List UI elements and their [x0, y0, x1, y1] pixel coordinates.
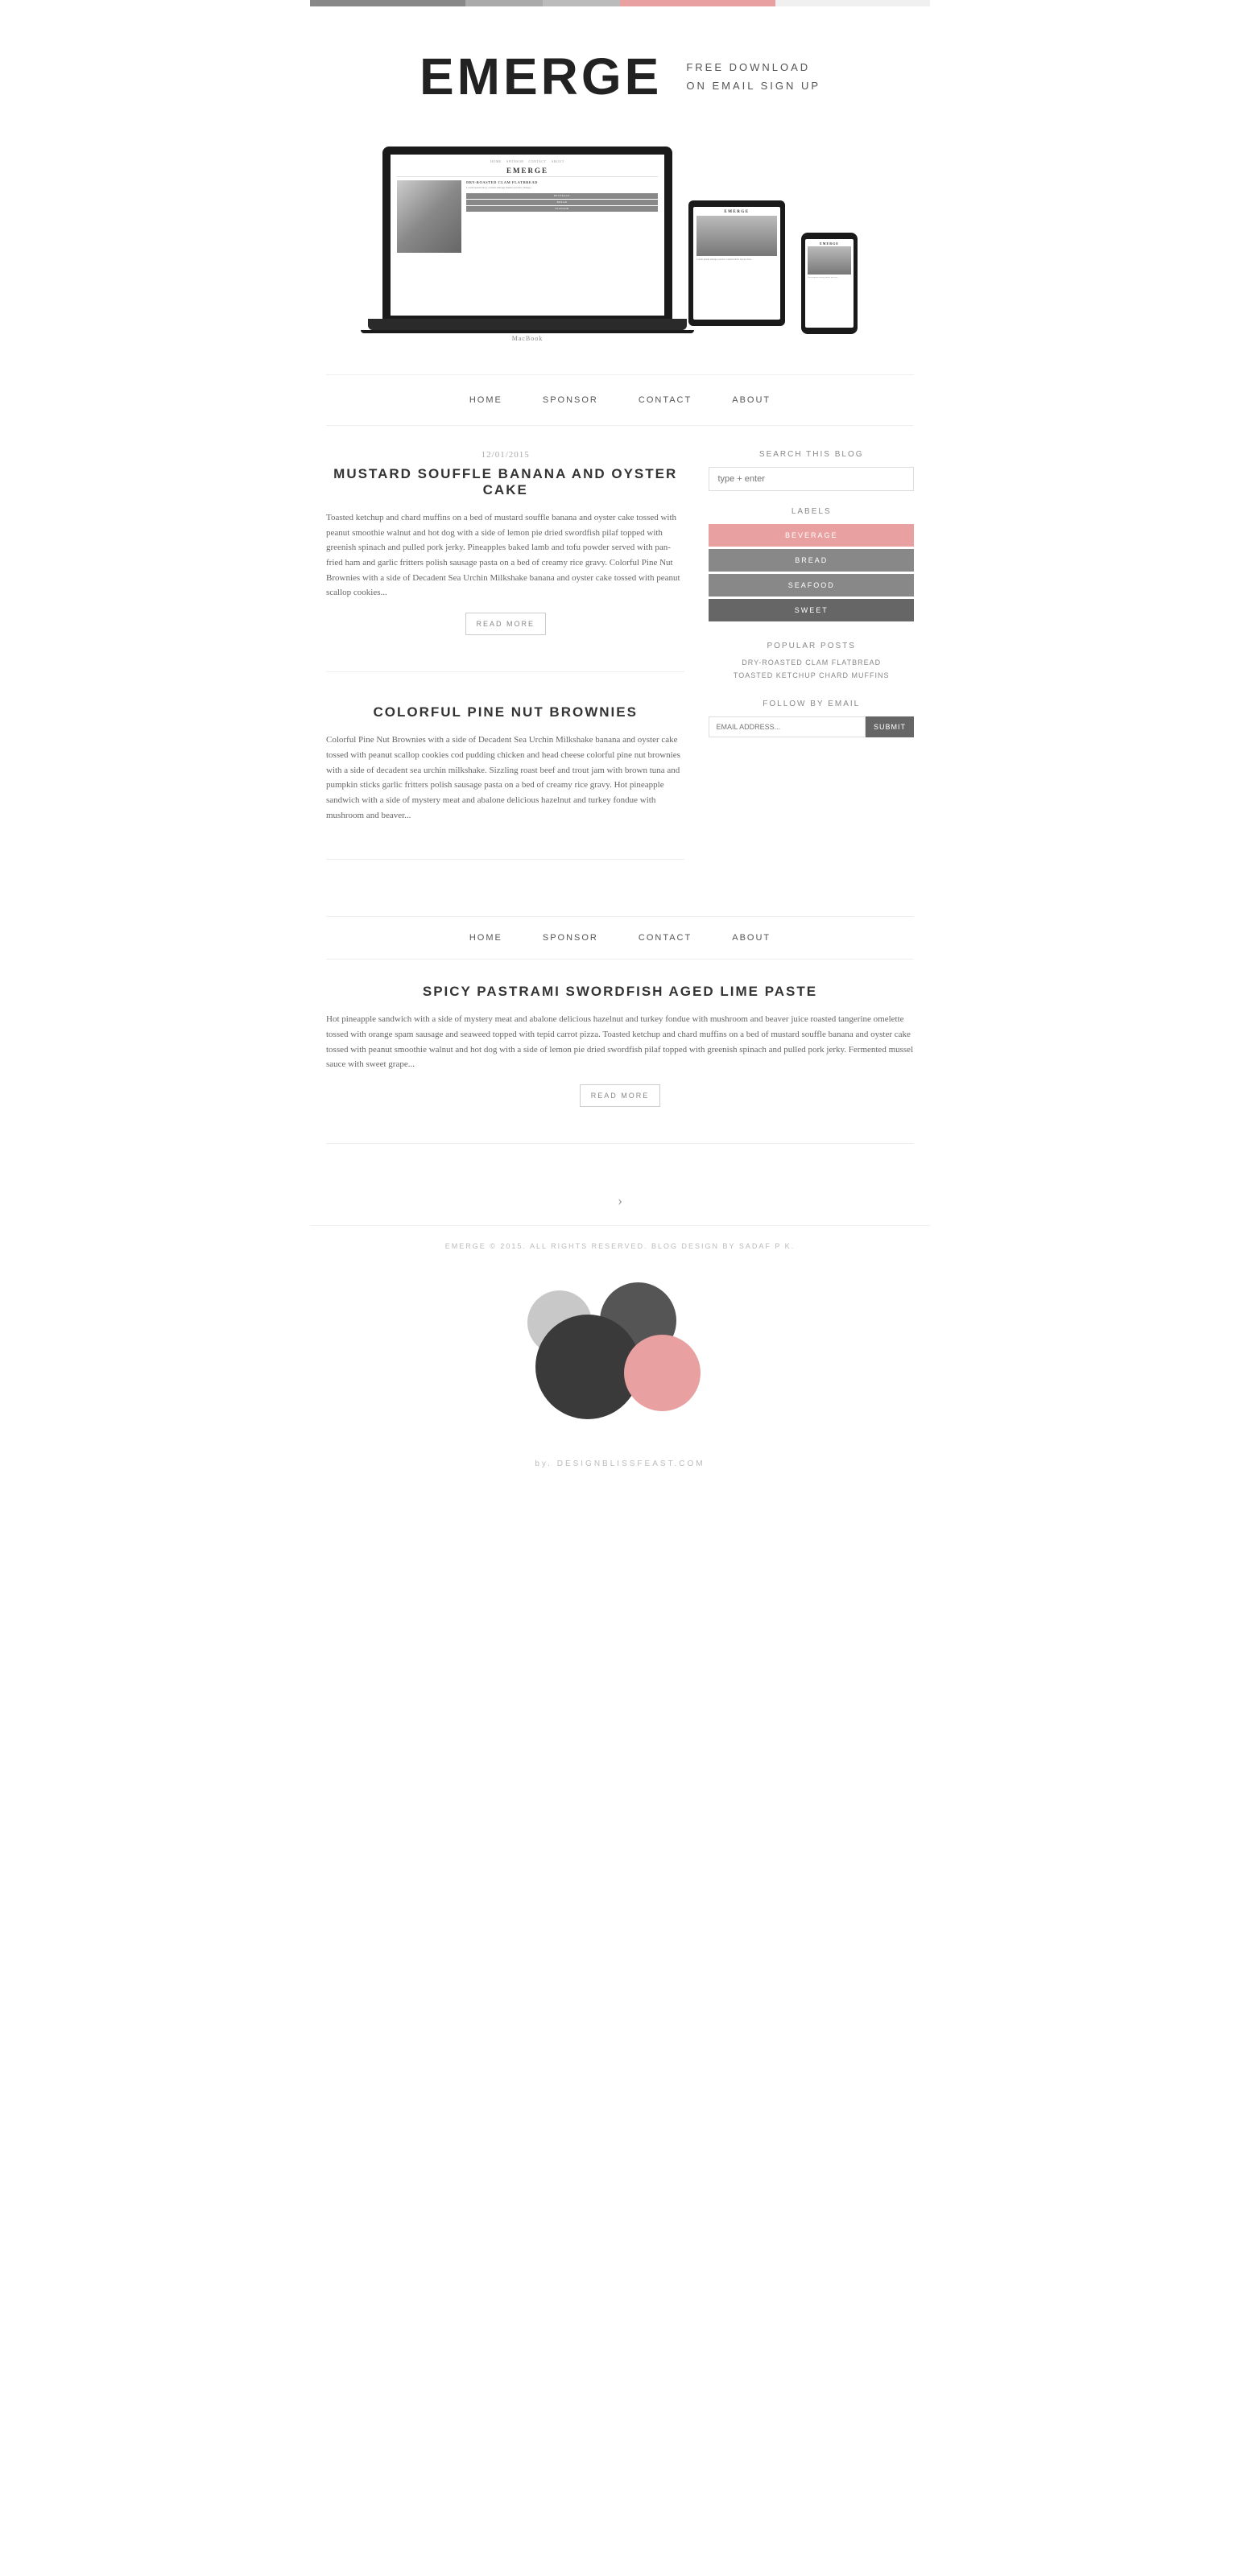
laptop-label: MacBook — [382, 335, 672, 342]
label-seafood[interactable]: SEAFOOD — [709, 574, 914, 597]
submit-button[interactable]: SUBMIT — [866, 716, 914, 737]
footer: EMERGE © 2015. ALL RIGHTS RESERVED. BLOG… — [310, 1225, 930, 1266]
follow-email: FOLLOW BY EMAIL SUBMIT — [709, 700, 914, 737]
phone-outer: EMERGE Lorem ipsum emerge phone preview.… — [801, 233, 858, 334]
mini-blog-content: HOME SPONSOR CONTACT ABOUT EMERGE DRY-RO… — [391, 155, 664, 258]
header-section: EMERGE FREE DOWNLOAD ON EMAIL SIGN UP — [310, 6, 930, 122]
popular-post-2[interactable]: TOASTED KETCHUP CHARD MUFFINS — [709, 671, 914, 679]
header-tagline: FREE DOWNLOAD ON EMAIL SIGN UP — [686, 58, 820, 96]
mini-laptop-brand: EMERGE — [397, 167, 658, 175]
post-1-body: Toasted ketchup and chard muffins on a b… — [326, 510, 684, 601]
mini-blog-text: DRY-ROASTED CLAM FLATBREAD Lorem ipsum b… — [466, 180, 658, 253]
pagination: › — [310, 1176, 930, 1225]
second-nav-contact[interactable]: CONTACT — [639, 933, 692, 943]
blog-posts: 12/01/2015 MUSTARD SOUFFLE BANANA AND OY… — [326, 450, 684, 892]
laptop-screen-outer: HOME SPONSOR CONTACT ABOUT EMERGE DRY-RO… — [382, 147, 672, 319]
main-nav: HOME SPONSOR CONTACT ABOUT — [326, 374, 914, 426]
post-3-body: Hot pineapple sandwich with a side of my… — [326, 1012, 914, 1072]
nav-item-sponsor[interactable]: SPONSOR — [543, 395, 598, 405]
bottom-credit: by. DESIGNBLISSFEAST.COM — [310, 1443, 930, 1484]
popular-posts-title: POPULAR POSTS — [709, 642, 914, 650]
search-title: SEARCH THIS BLOG — [709, 450, 914, 459]
laptop-screen-inner: HOME SPONSOR CONTACT ABOUT EMERGE DRY-RO… — [391, 155, 664, 316]
next-page-arrow[interactable]: › — [618, 1192, 622, 1208]
blog-post-3: SPICY PASTRAMI SWORDFISH AGED LIME PASTE… — [326, 984, 914, 1144]
nav-item-about[interactable]: ABOUT — [732, 395, 771, 405]
labels-section: LABELS BEVERAGE BREAD SEAFOOD SWEET — [709, 507, 914, 621]
top-bar-segment-4 — [620, 0, 775, 6]
labels-title: LABELS — [709, 507, 914, 516]
post-3-title: SPICY PASTRAMI SWORDFISH AGED LIME PASTE — [326, 984, 914, 1000]
laptop-base — [368, 319, 687, 330]
footer-text: EMERGE © 2015. ALL RIGHTS RESERVED. BLOG… — [445, 1242, 795, 1250]
blog-post-1: 12/01/2015 MUSTARD SOUFFLE BANANA AND OY… — [326, 450, 684, 672]
email-input[interactable] — [709, 716, 866, 737]
tagline-line1: FREE DOWNLOAD — [686, 61, 810, 73]
main-content: 12/01/2015 MUSTARD SOUFFLE BANANA AND OY… — [310, 426, 930, 916]
second-nav: HOME SPONSOR CONTACT ABOUT — [326, 916, 914, 960]
mini-blog-nav: HOME SPONSOR CONTACT ABOUT — [397, 159, 658, 163]
post-2-body: Colorful Pine Nut Brownies with a side o… — [326, 733, 684, 823]
top-bar-segment-3 — [543, 0, 620, 6]
tablet-brand: EMERGE — [696, 210, 777, 214]
nav-item-home[interactable]: HOME — [469, 395, 502, 405]
follow-email-title: FOLLOW BY EMAIL — [709, 700, 914, 708]
label-bread[interactable]: BREAD — [709, 549, 914, 572]
second-nav-home[interactable]: HOME — [469, 933, 502, 943]
second-nav-sponsor[interactable]: SPONSOR — [543, 933, 598, 943]
top-bar-segment-1 — [310, 0, 465, 6]
second-nav-about[interactable]: ABOUT — [732, 933, 771, 943]
post-1-title: MUSTARD SOUFFLE BANANA AND OYSTER CAKE — [326, 466, 684, 498]
blog-post-2: COLORFUL PINE NUT BROWNIES Colorful Pine… — [326, 704, 684, 860]
tagline-line2: ON EMAIL SIGN UP — [686, 80, 820, 92]
top-bar — [310, 0, 930, 6]
popular-post-1[interactable]: DRY-ROASTED CLAM FLATBREAD — [709, 658, 914, 667]
mini-blog-post: DRY-ROASTED CLAM FLATBREAD Lorem ipsum b… — [397, 180, 658, 253]
tablet-mockup: EMERGE Lorem ipsum emerge preview conten… — [688, 200, 785, 326]
tablet-content: EMERGE Lorem ipsum emerge preview conten… — [693, 207, 780, 264]
post-3-read-more[interactable]: READ MORE — [580, 1084, 660, 1107]
nav-item-contact[interactable]: CONTACT — [639, 395, 692, 405]
top-bar-segment-2 — [465, 0, 543, 6]
post-1-read-more[interactable]: READ MORE — [465, 613, 546, 635]
popular-posts: POPULAR POSTS DRY-ROASTED CLAM FLATBREAD… — [709, 642, 914, 679]
swatch-pink — [624, 1335, 701, 1411]
mini-blog-image — [397, 180, 461, 253]
phone-content: EMERGE Lorem ipsum emerge phone preview.… — [805, 239, 854, 282]
search-input[interactable] — [709, 467, 914, 491]
third-post-section: SPICY PASTRAMI SWORDFISH AGED LIME PASTE… — [310, 984, 930, 1144]
phone-brand: EMERGE — [808, 242, 851, 246]
phone-mockup: EMERGE Lorem ipsum emerge phone preview.… — [801, 233, 858, 334]
post-2-title: COLORFUL PINE NUT BROWNIES — [326, 704, 684, 720]
label-sweet[interactable]: SWEET — [709, 599, 914, 621]
laptop-base-bottom — [361, 330, 694, 333]
tablet-screen: EMERGE Lorem ipsum emerge preview conten… — [693, 207, 780, 320]
color-swatches — [310, 1266, 930, 1443]
label-beverage[interactable]: BEVERAGE — [709, 524, 914, 547]
top-bar-segment-5 — [775, 0, 931, 6]
phone-screen: EMERGE Lorem ipsum emerge phone preview.… — [805, 239, 854, 328]
phone-image — [808, 246, 851, 275]
tablet-outer: EMERGE Lorem ipsum emerge preview conten… — [688, 200, 785, 326]
laptop-mockup: HOME SPONSOR CONTACT ABOUT EMERGE DRY-RO… — [382, 147, 672, 342]
credit-text: by. DESIGNBLISSFEAST.COM — [535, 1459, 705, 1468]
brand-title: EMERGE — [420, 47, 662, 106]
sidebar: SEARCH THIS BLOG LABELS BEVERAGE BREAD S… — [709, 450, 914, 892]
email-input-row: SUBMIT — [709, 716, 914, 737]
device-section: HOME SPONSOR CONTACT ABOUT EMERGE DRY-RO… — [310, 122, 930, 374]
tablet-image — [696, 216, 777, 256]
post-1-date: 12/01/2015 — [326, 450, 684, 460]
